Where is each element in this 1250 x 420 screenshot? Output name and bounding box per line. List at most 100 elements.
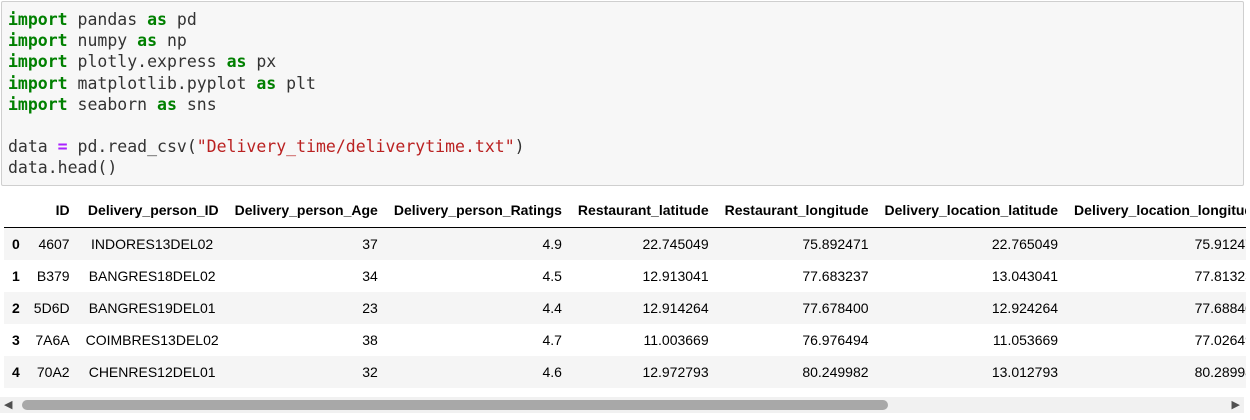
table-cell: 77.683237 bbox=[802, 268, 869, 284]
table-cell: CHENRES12DEL01 bbox=[88, 364, 216, 380]
output-area: ID Delivery_person_ID Delivery_person_Age D… bbox=[0, 193, 1246, 393]
table-cell: 75.892471 bbox=[802, 236, 869, 252]
code-line: data = pd.read_csv("Delivery_time/delive… bbox=[8, 137, 525, 156]
column-header: Delivery_location_latitude bbox=[876, 193, 1067, 228]
table-cell: 12.913041 bbox=[642, 268, 709, 284]
code-token: = bbox=[57, 137, 68, 157]
code-line: import plotly.express as px bbox=[8, 52, 276, 71]
table-cell: 80.249982 bbox=[802, 364, 869, 380]
column-header: Delivery_person_Ratings bbox=[385, 193, 570, 228]
table-cell: 4.9 bbox=[542, 236, 562, 252]
table-cell: 75.912471 bbox=[1194, 236, 1246, 252]
code-token: np bbox=[157, 31, 187, 51]
table-row: 0 4607 INDORES13DEL02 37 4.9 22.745049 75.8924… bbox=[4, 227, 1246, 260]
table-cell: 11.053669 bbox=[992, 332, 1059, 348]
horizontal-scrollbar[interactable]: ◀ ▶ bbox=[0, 397, 1244, 413]
table-cell: 4.7 bbox=[542, 332, 562, 348]
table-cell: 76.976494 bbox=[802, 332, 869, 348]
table-cell: 38 bbox=[362, 332, 378, 348]
code-line: import seaborn as sns bbox=[8, 95, 217, 114]
column-header bbox=[4, 193, 26, 228]
code-token: import bbox=[8, 94, 68, 114]
column-header: Delivery_person_Age bbox=[226, 193, 386, 228]
table-cell: 13.012793 bbox=[991, 364, 1059, 380]
column-header: ID bbox=[25, 193, 78, 228]
table-cell: 4.4 bbox=[542, 300, 562, 316]
code-token: pandas bbox=[67, 10, 148, 29]
code-token: import bbox=[8, 52, 68, 72]
code-line: import numpy as np bbox=[8, 31, 187, 50]
table-cell: COIMBRES13DEL02 bbox=[85, 332, 219, 348]
table-cell: 4.6 bbox=[542, 364, 562, 380]
code-token: plt bbox=[276, 73, 316, 93]
row-index: 2 bbox=[12, 300, 20, 316]
code-token: seaborn bbox=[67, 94, 158, 114]
table-cell: 5D6D bbox=[33, 300, 70, 316]
column-header: Restaurant_latitude bbox=[569, 193, 717, 228]
table-row: 1 B379 BANGRES18DEL02 34 4.5 12.913041 77.6832… bbox=[4, 260, 1246, 292]
scrollbar-thumb[interactable] bbox=[22, 400, 888, 410]
code-token: as bbox=[147, 10, 167, 29]
table-row: 4 70A2 CHENRES12DEL01 32 4.6 12.972793 80.2499… bbox=[4, 356, 1246, 388]
code-token: import bbox=[8, 10, 68, 29]
table-cell: 70A2 bbox=[36, 364, 70, 380]
table-cell: 22.745049 bbox=[642, 236, 709, 252]
code-cell[interactable]: import pandas as pd import numpy as np i… bbox=[1, 1, 1244, 186]
table-cell: 12.914264 bbox=[642, 300, 709, 316]
table-cell: 37 bbox=[362, 236, 378, 252]
table-cell: 12.924264 bbox=[991, 300, 1059, 316]
code-token: as bbox=[226, 52, 247, 72]
code-token: sns bbox=[176, 94, 217, 114]
row-index: 3 bbox=[12, 332, 20, 348]
row-index: 0 bbox=[12, 236, 20, 252]
scroll-left-icon[interactable]: ◀ bbox=[4, 398, 12, 412]
table-cell: B379 bbox=[36, 268, 70, 284]
column-header: Restaurant_longitude bbox=[716, 193, 877, 228]
code-token: data.head() bbox=[8, 158, 118, 178]
row-index: 4 bbox=[12, 364, 20, 380]
code-token: px bbox=[246, 52, 277, 72]
table-cell: BANGRES19DEL01 bbox=[88, 300, 216, 316]
table-cell: 12.972793 bbox=[642, 364, 709, 380]
table-row: 3 7A6A COIMBRES13DEL02 38 4.7 11.003669 76.976… bbox=[4, 324, 1246, 356]
code-token: numpy bbox=[67, 31, 138, 51]
table-cell: 23 bbox=[362, 300, 378, 316]
table-cell: 7A6A bbox=[35, 332, 70, 348]
table-cell: 4.5 bbox=[542, 268, 562, 284]
code-token: import bbox=[8, 73, 68, 93]
table-cell: BANGRES18DEL02 bbox=[88, 268, 216, 284]
code-token: as bbox=[256, 73, 277, 93]
code-token: pd.read_csv( bbox=[67, 137, 197, 157]
code-token: as bbox=[137, 31, 158, 51]
table-cell: 22.765049 bbox=[991, 236, 1059, 252]
table-cell: 11.003669 bbox=[643, 332, 709, 348]
code-token: import bbox=[8, 31, 68, 51]
column-header: Delivery_location_longitude bbox=[1066, 193, 1246, 228]
table-cell: 4607 bbox=[38, 236, 70, 252]
code-token: "Delivery_time/deliverytime.txt" bbox=[196, 137, 515, 157]
table-header-row: ID Delivery_person_ID Delivery_person_Age D… bbox=[4, 193, 1246, 228]
table-cell: 32 bbox=[362, 364, 378, 380]
row-index: 1 bbox=[12, 268, 20, 284]
table-cell: INDORES13DEL02 bbox=[91, 236, 214, 252]
scroll-right-icon[interactable]: ▶ bbox=[1232, 398, 1240, 412]
code-line: import matplotlib.pyplot as plt bbox=[8, 74, 316, 93]
code-token: pd bbox=[166, 10, 197, 29]
table-cell: 77.678400 bbox=[802, 300, 869, 316]
code-token: plotly.express bbox=[67, 52, 227, 72]
table-cell: 34 bbox=[362, 268, 378, 284]
table-cell: 77.026494 bbox=[1194, 332, 1246, 348]
code-token: as bbox=[157, 94, 177, 114]
table-cell: 80.289982 bbox=[1194, 364, 1246, 380]
code-token: data bbox=[8, 137, 58, 157]
table-cell: 77.813237 bbox=[1194, 268, 1246, 284]
code-editor[interactable]: import pandas as pd import numpy as np i… bbox=[8, 9, 1237, 179]
code-line: data.head() bbox=[8, 158, 117, 177]
dataframe-table: ID Delivery_person_ID Delivery_person_Age D… bbox=[4, 193, 1246, 388]
column-header: Delivery_person_ID bbox=[77, 193, 227, 228]
table-cell: 13.043041 bbox=[991, 268, 1059, 284]
code-line: import pandas as pd bbox=[8, 10, 197, 29]
table-cell: 77.688400 bbox=[1194, 300, 1246, 316]
code-token: ) bbox=[514, 137, 525, 157]
code-token: matplotlib.pyplot bbox=[67, 73, 257, 93]
